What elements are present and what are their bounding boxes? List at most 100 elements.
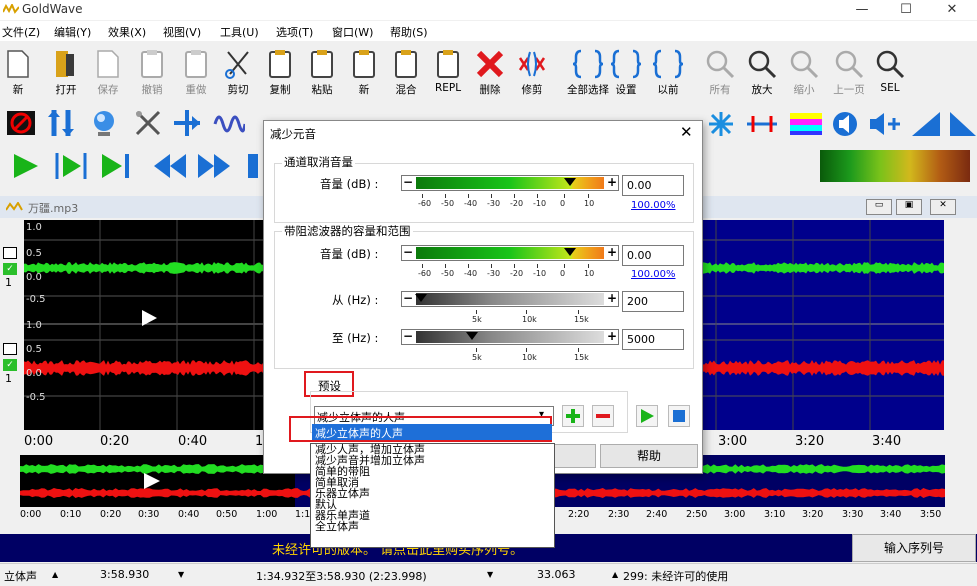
speaker-plus-icon[interactable] xyxy=(868,110,902,138)
toolbar-button-zoom-out[interactable]: 缩小 xyxy=(784,42,824,102)
menu-window[interactable]: 窗口(W) xyxy=(332,24,373,40)
toolbar-button-label: 重做 xyxy=(185,84,207,96)
toolbar-button-scissors[interactable]: 剪切 xyxy=(218,42,258,102)
stop-sign-icon[interactable] xyxy=(6,110,36,136)
toolbar-button-copy[interactable]: 复制 xyxy=(260,42,300,102)
wave-minimize-button[interactable]: ▭ xyxy=(866,199,892,215)
enter-serial-button[interactable]: 输入序列号 xyxy=(852,534,976,562)
toolbar-button-new-doc[interactable]: 新 xyxy=(0,42,36,102)
maximize-button[interactable]: ☐ xyxy=(884,0,928,20)
amplitude-icon[interactable] xyxy=(46,108,76,138)
toolbar-button-replace[interactable]: REPL xyxy=(428,42,468,102)
wave-close-button[interactable]: ✕ xyxy=(930,199,956,215)
toolbar-button-trim[interactable]: 修剪 xyxy=(512,42,552,102)
dialog-close-button[interactable]: ✕ xyxy=(680,123,693,141)
toolbar-button-redo[interactable]: 重做 xyxy=(174,42,218,102)
menu-tools[interactable]: 工具(U) xyxy=(220,24,259,40)
from-hz-value[interactable]: 200 xyxy=(622,291,684,312)
minimize-button[interactable]: — xyxy=(840,0,884,20)
fast-forward-icon[interactable] xyxy=(196,152,232,180)
time-label: 0:40 xyxy=(178,434,208,449)
toolbar-button-zoom-all[interactable]: 所有 xyxy=(700,42,740,102)
wave-restore-button[interactable]: ▣ xyxy=(896,199,922,215)
preset-option[interactable]: 全立体声 xyxy=(315,521,359,532)
sparkle-icon[interactable] xyxy=(706,110,736,138)
volume-value-2[interactable]: 0.00 xyxy=(622,245,684,266)
toolbar-button-zoom-prev[interactable]: 上一页 xyxy=(826,42,872,102)
rewind-icon[interactable] xyxy=(152,152,188,180)
remove-preset-button[interactable] xyxy=(592,405,614,427)
from-hz-decrease[interactable]: − xyxy=(402,292,414,305)
to-hz-increase[interactable]: + xyxy=(606,330,618,343)
menu-file[interactable]: 文件(Z) xyxy=(2,24,40,40)
volume-percent-1[interactable]: 100.00% xyxy=(631,200,676,211)
toolbar-button-open-folder[interactable]: 打开 xyxy=(44,42,88,102)
pan-icon[interactable] xyxy=(172,108,202,138)
volume-thumb-1[interactable] xyxy=(564,178,576,186)
toolbar-button-set-123[interactable]: 设置 xyxy=(606,42,646,102)
dropdown-selected-row[interactable]: 减少立体声的人声 xyxy=(312,424,552,440)
from-hz-slider[interactable]: − + xyxy=(401,291,619,307)
toolbar-button-delete-x[interactable]: 删除 xyxy=(470,42,510,102)
volume-slider-2[interactable]: − + xyxy=(401,245,619,261)
add-preset-button[interactable] xyxy=(562,405,584,427)
menu-help[interactable]: 帮助(S) xyxy=(390,24,428,40)
spectrum-icon[interactable] xyxy=(790,110,822,138)
status-length-arrow[interactable]: ▼ xyxy=(178,570,184,579)
toolbar-button-zoom-in[interactable]: 放大 xyxy=(742,42,782,102)
speaker-icon[interactable] xyxy=(830,110,860,138)
preview-stop-button[interactable] xyxy=(668,405,690,427)
status-mode-arrow[interactable]: ▲ xyxy=(52,570,58,579)
volume-thumb-2[interactable] xyxy=(564,248,576,256)
wave-effect-icon[interactable] xyxy=(213,108,245,138)
volume-decrease-2[interactable]: − xyxy=(402,246,414,259)
volume-decrease-1[interactable]: − xyxy=(402,176,414,189)
volume-increase-2[interactable]: + xyxy=(606,246,618,259)
toolbar-button-paste-new[interactable]: 新 xyxy=(344,42,384,102)
status-selection-arrow[interactable]: ▼ xyxy=(487,570,493,579)
menu-options[interactable]: 选项(T) xyxy=(276,24,313,40)
toolbar-button-zoom-sel[interactable]: SEL xyxy=(870,42,910,102)
play-to-end-icon[interactable] xyxy=(100,152,132,180)
preview-play-button[interactable] xyxy=(636,405,658,427)
to-hz-slider[interactable]: − + xyxy=(401,329,619,345)
volume-scale-2: -60 -50 -40 -30 -20 -10 0 10 xyxy=(414,264,594,282)
volume-percent-2[interactable]: 100.00% xyxy=(631,269,676,280)
volume-increase-1[interactable]: + xyxy=(606,176,618,189)
to-hz-thumb[interactable] xyxy=(466,332,478,340)
echo-icon[interactable] xyxy=(90,108,120,138)
to-hz-decrease[interactable]: − xyxy=(402,330,414,343)
fade-in-icon[interactable] xyxy=(910,110,942,138)
toolbar-button-label: 复制 xyxy=(269,84,291,96)
from-hz-thumb[interactable] xyxy=(415,294,427,302)
close-button[interactable]: ✕ xyxy=(930,0,974,20)
play-icon[interactable] xyxy=(12,152,40,180)
volume-slider-1[interactable]: − + xyxy=(401,175,619,191)
volume-value-1[interactable]: 0.00 xyxy=(622,175,684,196)
help-button[interactable]: 帮助 xyxy=(600,444,698,468)
filter-icon[interactable] xyxy=(133,108,163,138)
toolbar-button-undo[interactable]: 撤销 xyxy=(130,42,174,102)
toolbar-button-previous[interactable]: 以前 xyxy=(648,42,688,102)
channel-right-checkbox[interactable]: ✓ xyxy=(3,359,17,371)
overview-time-label: 0:00 xyxy=(20,509,42,520)
from-hz-increase[interactable]: + xyxy=(606,292,618,305)
channel-left-select[interactable] xyxy=(3,247,17,259)
channel-left-checkbox[interactable]: ✓ xyxy=(3,263,17,275)
play-selection-icon[interactable] xyxy=(54,150,88,182)
stereo-expand-icon[interactable] xyxy=(745,110,779,138)
scale-label: 5k xyxy=(472,353,482,362)
toolbar-button-mix[interactable]: 混合 xyxy=(386,42,426,102)
to-hz-value[interactable]: 5000 xyxy=(622,329,684,350)
scale-tick xyxy=(564,194,565,198)
toolbar-button-paste[interactable]: 粘贴 xyxy=(302,42,342,102)
fade-out-icon[interactable] xyxy=(948,110,977,138)
channel-right-select[interactable] xyxy=(3,343,17,355)
scale-label: 5k xyxy=(472,315,482,324)
toolbar-button-save-disk[interactable]: 保存 xyxy=(88,42,128,102)
pause-icon[interactable] xyxy=(248,152,260,180)
menu-view[interactable]: 视图(V) xyxy=(163,24,201,40)
menu-edit[interactable]: 编辑(Y) xyxy=(54,24,91,40)
menu-effects[interactable]: 效果(X) xyxy=(108,24,146,40)
status-position-arrow[interactable]: ▲ xyxy=(612,570,618,579)
